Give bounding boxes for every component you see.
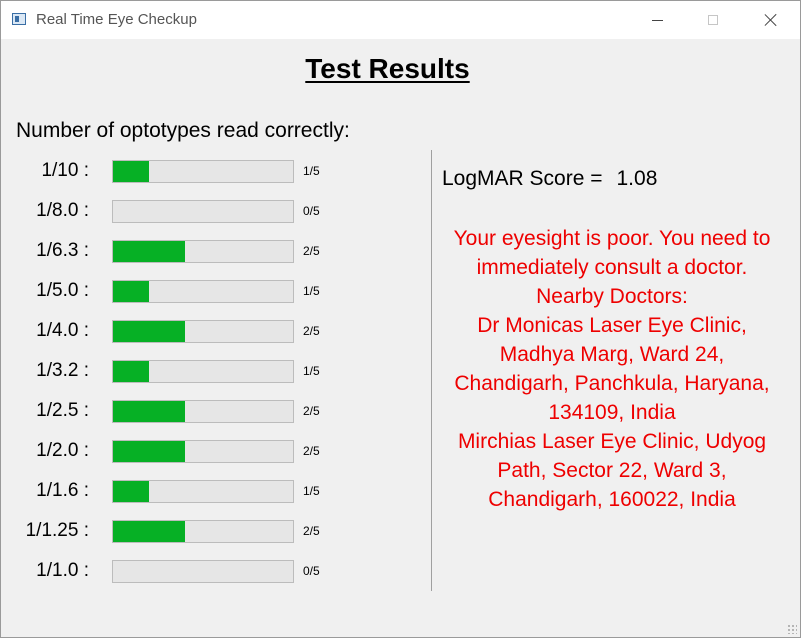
doctor-entry-1: Dr Monicas Laser Eye Clinic, Madhya Marg…: [454, 314, 770, 424]
advice-panel: Your eyesight is poor. You need to immed…: [441, 224, 783, 514]
optotype-progress-text: 1/5: [303, 284, 320, 298]
optotype-row-label: 1/2.0 :: [36, 440, 89, 461]
optotype-row-label: 1/1.0 :: [36, 560, 89, 581]
optotype-row-label: 1/1.6 :: [36, 480, 89, 501]
optotype-progress-text: 0/5: [303, 564, 320, 578]
optotype-progress-text: 2/5: [303, 524, 320, 538]
optotype-progress-text: 1/5: [303, 364, 320, 378]
optotype-progress-bar: [112, 360, 294, 383]
optotype-row-label: 1/2.5 :: [36, 400, 89, 421]
optotype-progress-fill: [113, 361, 149, 382]
page-title: Test Results: [305, 53, 470, 84]
optotype-progress-text: 1/5: [303, 484, 320, 498]
optotype-row: 1/4.0 : 2/5: [1, 319, 401, 343]
optotype-progress-text: 2/5: [303, 324, 320, 338]
title-bar[interactable]: Real Time Eye Checkup: [1, 1, 800, 39]
optotype-progress-bar: [112, 160, 294, 183]
window-title: Real Time Eye Checkup: [36, 11, 197, 28]
optotype-row: 1/8.0 : 0/5: [1, 199, 401, 223]
app-window: Real Time Eye Checkup Test Results Numbe…: [0, 0, 801, 638]
optotype-row-label: 1/1.25 :: [25, 520, 89, 541]
optotype-progress-fill: [113, 321, 185, 342]
optotype-progress-text: 2/5: [303, 444, 320, 458]
minimize-icon: [651, 19, 663, 21]
optotype-progress-text: 1/5: [303, 164, 320, 178]
optotype-row: 1/6.3 : 2/5: [1, 239, 401, 263]
optotype-row-label: 1/5.0 :: [36, 280, 89, 301]
minimize-button[interactable]: [628, 1, 686, 39]
logmar-score-label: LogMAR Score =: [442, 167, 603, 190]
logmar-score: LogMAR Score = 1.08: [442, 167, 657, 191]
maximize-icon: [708, 15, 718, 25]
advice-message: Your eyesight is poor. You need to immed…: [453, 227, 771, 279]
doctor-entry-2: Mirchias Laser Eye Clinic, Udyog Path, S…: [457, 430, 767, 511]
optotype-row: 1/1.0 : 0/5: [1, 559, 401, 583]
optotype-progress-text: 2/5: [303, 404, 320, 418]
optotype-progress-bar: [112, 280, 294, 303]
optotype-progress-fill: [113, 281, 149, 302]
logmar-score-value: 1.08: [616, 167, 658, 190]
resize-grip-icon[interactable]: [787, 624, 797, 634]
optotype-row: 1/3.2 : 1/5: [1, 359, 401, 383]
optotype-progress-fill: [113, 441, 185, 462]
optotype-row: 1/1.25 : 2/5: [1, 519, 401, 543]
optotype-progress-fill: [113, 161, 149, 182]
optotype-progress-bar: [112, 560, 294, 583]
app-icon: [12, 13, 26, 25]
optotype-progress-fill: [113, 241, 185, 262]
optotype-progress-bar: [112, 240, 294, 263]
optotype-row-label: 1/6.3 :: [36, 240, 89, 261]
optotype-progress-text: 2/5: [303, 244, 320, 258]
optotype-row-label: 1/10 :: [41, 160, 89, 181]
optotype-progress-bar: [112, 400, 294, 423]
optotype-progress-fill: [113, 401, 185, 422]
optotype-progress-text: 0/5: [303, 204, 320, 218]
optotype-progress-bar: [112, 320, 294, 343]
vertical-divider: [431, 150, 432, 591]
optotype-row-label: 1/8.0 :: [36, 200, 89, 221]
close-icon: [764, 13, 778, 27]
optotype-progress-bar: [112, 440, 294, 463]
nearby-doctors-heading: Nearby Doctors:: [536, 285, 688, 308]
optotype-row-label: 1/3.2 :: [36, 360, 89, 381]
optotype-row: 1/5.0 : 1/5: [1, 279, 401, 303]
close-button[interactable]: [742, 1, 800, 39]
optotype-progress-bar: [112, 200, 294, 223]
optotype-progress-bar: [112, 520, 294, 543]
optotype-progress-fill: [113, 521, 185, 542]
optotypes-heading: Number of optotypes read correctly:: [16, 119, 350, 142]
optotype-row: 1/1.6 : 1/5: [1, 479, 401, 503]
optotype-row: 1/2.5 : 2/5: [1, 399, 401, 423]
optotype-row-label: 1/4.0 :: [36, 320, 89, 341]
optotype-row: 1/2.0 : 2/5: [1, 439, 401, 463]
maximize-button[interactable]: [684, 1, 742, 39]
optotype-row: 1/10 : 1/5: [1, 159, 401, 183]
optotype-progress-bar: [112, 480, 294, 503]
optotype-progress-fill: [113, 481, 149, 502]
